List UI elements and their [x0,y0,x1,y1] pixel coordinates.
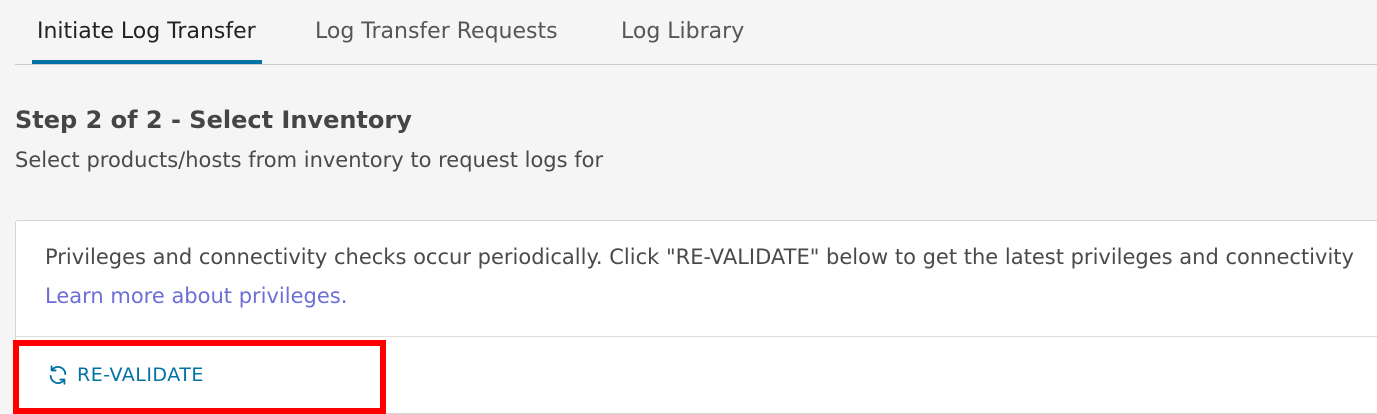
learn-more-privileges-link[interactable]: Learn more about privileges. [45,284,347,308]
tab-label: Log Library [621,19,745,44]
card-divider [16,336,1377,337]
revalidate-label: RE-VALIDATE [77,364,204,386]
tab-label: Initiate Log Transfer [37,19,256,44]
tab-log-library[interactable]: Log Library [621,0,744,64]
tab-log-transfer-requests[interactable]: Log Transfer Requests [315,0,558,64]
tab-bar: Initiate Log Transfer Log Transfer Reque… [15,0,1377,65]
active-tab-indicator [32,60,262,64]
tab-initiate-log-transfer[interactable]: Initiate Log Transfer [32,0,262,64]
refresh-icon [47,364,69,386]
step-title: Step 2 of 2 - Select Inventory [15,106,412,134]
revalidate-button[interactable]: RE-VALIDATE [47,361,204,389]
tab-label: Log Transfer Requests [315,19,558,44]
step-subtitle: Select products/hosts from inventory to … [15,148,604,172]
privileges-card: Privileges and connectivity checks occur… [15,220,1377,414]
privileges-message: Privileges and connectivity checks occur… [45,245,1354,269]
